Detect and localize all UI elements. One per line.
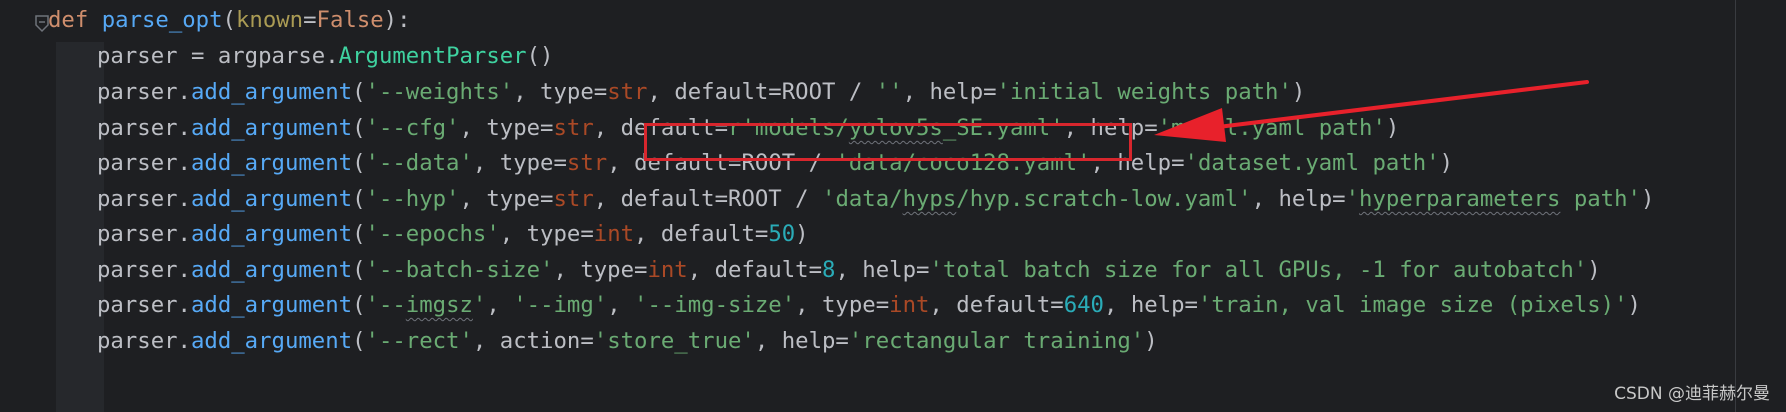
highlight-box: [644, 123, 1132, 161]
code-line[interactable]: parser.add_argument('--epochs', type=int…: [97, 216, 809, 252]
watermark: CSDN @迪菲赫尔曼: [1614, 384, 1770, 404]
right-margin-guide: [1735, 0, 1736, 412]
code-line[interactable]: def parse_opt(known=False):: [48, 2, 411, 38]
code-line[interactable]: parser.add_argument('--hyp', type=str, d…: [97, 181, 1654, 217]
code-line[interactable]: parser = argparse.ArgumentParser(): [97, 38, 553, 74]
gutter: [0, 0, 44, 412]
code-line[interactable]: parser.add_argument('--imgsz', '--img', …: [97, 287, 1641, 323]
red-arrow: [1154, 80, 1589, 142]
code-line[interactable]: parser.add_argument('--weights', type=st…: [97, 74, 1305, 110]
code-line[interactable]: parser.add_argument('--rect', action='st…: [97, 323, 1158, 359]
code-editor[interactable]: def parse_opt(known=False): parser = argp…: [0, 0, 1786, 412]
code-line[interactable]: parser.add_argument('--batch-size', type…: [97, 252, 1601, 288]
fold-arrow-icon[interactable]: [35, 15, 49, 33]
